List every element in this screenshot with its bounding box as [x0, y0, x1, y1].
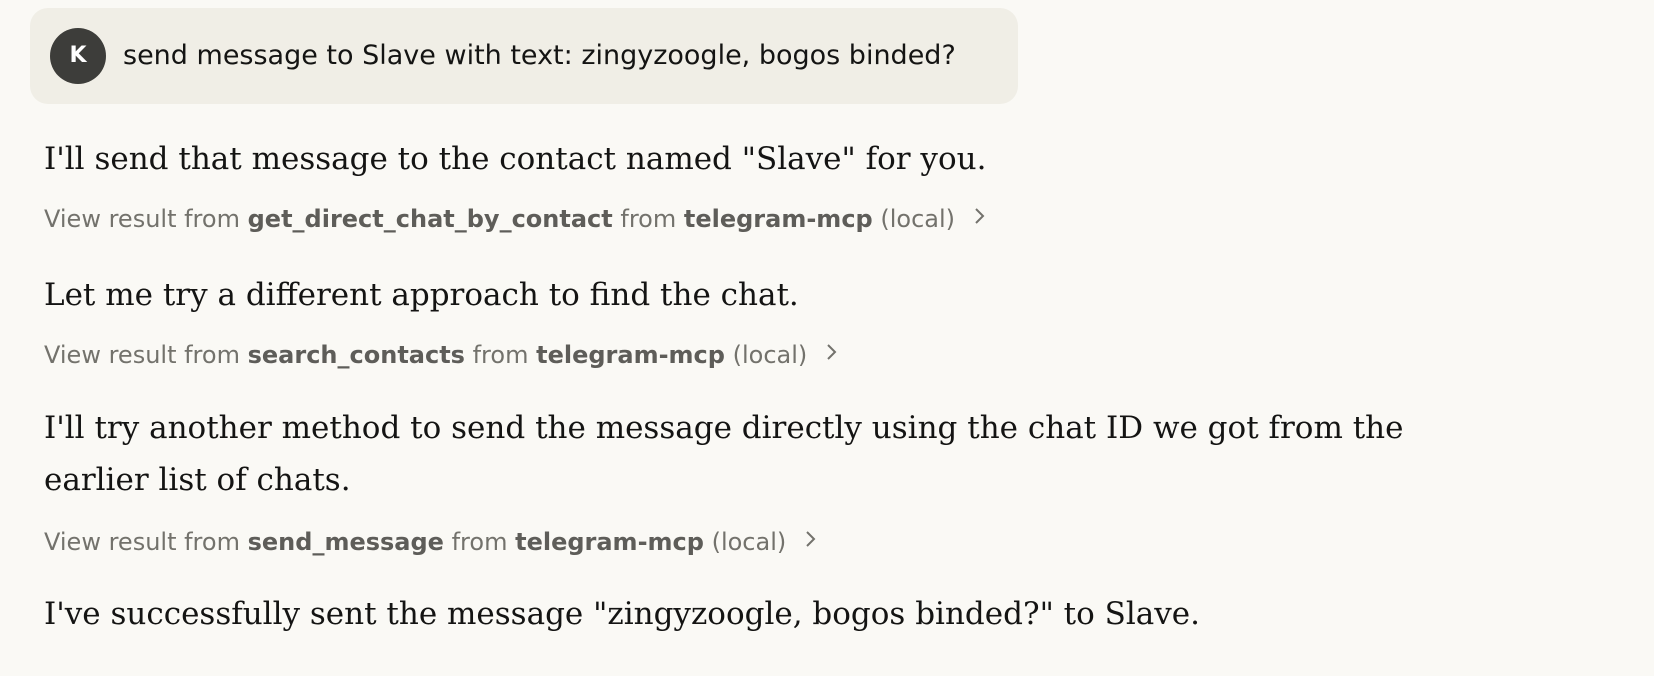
tool-name: send_message [247, 528, 444, 556]
tool-result-get-direct-chat[interactable]: View result from get_direct_chat_by_cont… [44, 199, 985, 239]
tool-result-mid: from [451, 528, 508, 556]
tool-name: search_contacts [247, 341, 465, 369]
user-message-text: send message to Slave with text: zingyzo… [123, 40, 956, 71]
tool-result-prefix: View result from [44, 528, 240, 556]
tool-result-prefix: View result from [44, 205, 240, 233]
tool-server-name: telegram-mcp [683, 205, 873, 233]
tool-name: get_direct_chat_by_contact [247, 205, 613, 233]
tool-server-name: telegram-mcp [536, 341, 725, 369]
tool-server-location: (local) [732, 341, 808, 369]
user-message-bubble: K send message to Slave with text: zingy… [30, 8, 1018, 104]
assistant-paragraph-3: I'll try another method to send the mess… [44, 410, 1404, 498]
tool-server-location: (local) [711, 528, 787, 556]
tool-server-name: telegram-mcp [515, 528, 704, 556]
assistant-paragraph-2: Let me try a different approach to find … [44, 277, 799, 313]
tool-result-send-message[interactable]: View result from send_message from teleg… [44, 522, 816, 562]
assistant-paragraph-1: I'll send that message to the contact na… [44, 141, 987, 177]
chevron-right-icon [973, 197, 985, 237]
tool-result-mid: from [472, 341, 529, 369]
chevron-right-icon [825, 333, 837, 373]
tool-result-mid: from [620, 205, 677, 233]
tool-result-search-contacts[interactable]: View result from search_contacts from te… [44, 335, 837, 375]
chevron-right-icon [804, 520, 816, 560]
tool-server-location: (local) [880, 205, 956, 233]
tool-result-prefix: View result from [44, 341, 240, 369]
assistant-paragraph-4: I've successfully sent the message "zing… [44, 596, 1201, 632]
user-avatar: K [50, 28, 106, 84]
